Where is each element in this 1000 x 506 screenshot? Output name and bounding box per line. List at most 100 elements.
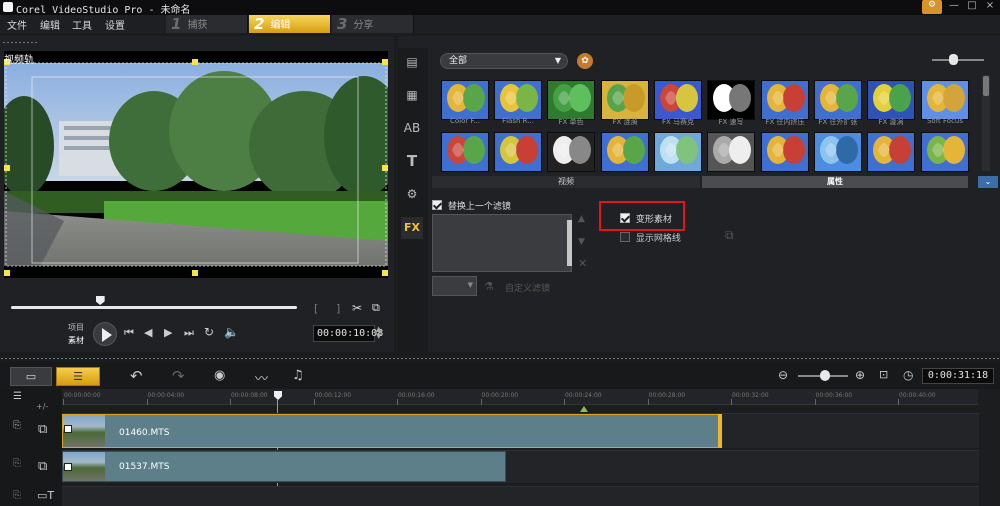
add-track-icon[interactable]: +/- — [36, 402, 48, 411]
split-icon[interactable]: ✂ — [352, 301, 362, 315]
tab-properties[interactable]: 属性 — [702, 176, 968, 188]
browse-icon[interactable]: ✿ — [577, 53, 593, 69]
media-library-icon[interactable]: ▤ — [401, 51, 423, 73]
zoom-in-icon[interactable]: ⊕ — [855, 368, 865, 382]
project-duration-icon[interactable]: ◷ — [903, 368, 913, 382]
graphics-library-icon[interactable]: ⚙ — [401, 183, 423, 205]
track-visibility-icon[interactable]: ⎘ — [13, 458, 21, 469]
close-icon[interactable]: × — [982, 0, 998, 11]
next-frame-icon[interactable]: ▶ — [164, 326, 172, 339]
move-up-icon[interactable]: ▲ — [578, 214, 585, 224]
filter-thumbnail[interactable] — [441, 132, 489, 172]
filter-thumbnail[interactable] — [547, 80, 595, 120]
volume-icon[interactable]: 🔈 — [224, 325, 239, 339]
storyboard-view-button[interactable]: ▭ — [10, 367, 52, 386]
title-track[interactable] — [62, 486, 979, 506]
filter-thumbnail[interactable] — [494, 80, 542, 120]
record-capture-icon[interactable]: ◉ — [214, 368, 225, 383]
thumb-size-slider[interactable] — [932, 59, 984, 61]
distort-clip-option[interactable]: 变形素材 — [620, 212, 672, 225]
timeline-view-button[interactable]: ☰ — [56, 367, 100, 386]
filter-thumbnail[interactable] — [921, 80, 969, 120]
chevron-down-icon: ▼ — [554, 56, 561, 65]
preset-dropdown[interactable]: ▼ — [432, 276, 477, 296]
step-tab-capture[interactable]: 1 捕获 — [166, 15, 248, 33]
replace-filter-option[interactable]: 替换上一个滤镜 — [432, 199, 511, 212]
category-dropdown[interactable]: 全部 ▼ — [440, 53, 568, 69]
show-grid-option[interactable]: 显示网格线 — [620, 231, 681, 244]
filter-thumbnail[interactable] — [761, 80, 809, 120]
mark-out-icon[interactable]: ] — [336, 302, 340, 315]
step-tab-edit[interactable]: 2 编辑 — [249, 15, 331, 33]
transition-library-icon[interactable]: ▦ — [401, 84, 423, 106]
help-icon[interactable]: ⚙ — [922, 0, 942, 14]
library-scroll-thumb[interactable] — [983, 76, 989, 96]
filter-thumbnail[interactable] — [601, 80, 649, 120]
applied-filter-list[interactable] — [432, 214, 572, 272]
track-visibility-icon[interactable]: ⎘ — [13, 490, 21, 501]
scrub-bar[interactable] — [11, 306, 297, 309]
cue-marker[interactable] — [580, 406, 588, 412]
step-tab-share[interactable]: 3 分享 — [332, 15, 414, 33]
filter-thumbnail[interactable] — [601, 132, 649, 172]
redo-icon[interactable]: ↷ — [172, 367, 185, 385]
filter-thumbnail[interactable] — [654, 80, 702, 120]
filter-thumbnail[interactable] — [761, 132, 809, 172]
remove-filter-icon[interactable]: ✕ — [578, 257, 587, 270]
zoom-out-icon[interactable]: ⊖ — [778, 368, 788, 382]
clip-01460[interactable]: 01460.MTS — [62, 414, 722, 448]
filter-thumbnail[interactable] — [494, 132, 542, 172]
track-manager-icon[interactable]: ☰ — [13, 391, 22, 402]
enlarge-icon[interactable]: ⧉ — [372, 301, 380, 315]
go-start-icon[interactable]: ⏮ — [124, 326, 134, 340]
title-library-icon[interactable]: AB — [401, 117, 423, 139]
menu-tools[interactable]: 工具 — [72, 17, 92, 32]
tab-video[interactable]: 视频 — [432, 176, 700, 188]
menu-file[interactable]: 文件 — [7, 17, 27, 32]
clip-01537[interactable]: 01537.MTS — [62, 451, 506, 482]
repeat-icon[interactable]: ↻ — [204, 325, 214, 339]
timecode-stepper[interactable]: ▲ ▼ — [376, 326, 381, 340]
custom-filter-icon[interactable]: ⚗ — [484, 280, 494, 293]
prev-frame-icon[interactable]: ◀ — [144, 326, 152, 339]
mark-in-icon[interactable]: [ — [314, 302, 318, 315]
go-end-icon[interactable]: ⏭ — [184, 326, 194, 340]
replace-filter-checkbox[interactable] — [432, 200, 442, 210]
maximize-icon[interactable]: □ — [964, 0, 980, 11]
sound-mixer-icon[interactable]: 〰 — [255, 368, 268, 387]
clip-trim-handle[interactable] — [718, 414, 722, 448]
filter-thumbnail[interactable] — [547, 132, 595, 172]
mode-clip-label[interactable]: 素材 — [68, 335, 84, 346]
distort-clip-checkbox[interactable] — [620, 213, 630, 223]
filter-thumbnail[interactable] — [707, 80, 755, 120]
filter-thumbnail[interactable] — [814, 80, 862, 120]
play-button[interactable] — [93, 322, 117, 346]
track-visibility-icon[interactable]: ⎘ — [13, 420, 21, 431]
undo-icon[interactable]: ↶ — [130, 367, 143, 385]
zoom-handle[interactable] — [820, 370, 830, 381]
minimize-icon[interactable]: — — [946, 0, 962, 11]
menu-settings[interactable]: 设置 — [105, 17, 125, 32]
grid-options-icon[interactable]: ⧉ — [725, 228, 734, 243]
filter-thumbnail[interactable] — [867, 80, 915, 120]
menu-edit[interactable]: 编辑 — [40, 17, 60, 32]
filter-thumbnail[interactable] — [867, 132, 915, 172]
collapse-options-icon[interactable]: ⌄ — [978, 176, 998, 188]
fit-project-icon[interactable]: ⊡ — [879, 368, 888, 381]
filter-thumbnail[interactable] — [441, 80, 489, 120]
filter-thumbnail[interactable] — [921, 132, 969, 172]
filter-thumbnail[interactable] — [654, 132, 702, 172]
move-down-icon[interactable]: ▼ — [578, 237, 585, 247]
filter-list-scrollbar[interactable] — [567, 220, 572, 266]
auto-music-icon[interactable]: ♫ — [292, 368, 304, 383]
filter-thumbnail[interactable] — [707, 132, 755, 172]
show-grid-checkbox[interactable] — [620, 232, 630, 242]
filter-library-icon[interactable]: FX — [401, 217, 423, 239]
text-library-icon[interactable]: T — [401, 150, 423, 172]
filter-thumbnail[interactable] — [814, 132, 862, 172]
timecode-display[interactable]: 00:00:10:08 — [313, 325, 383, 342]
mode-project-label[interactable]: 项目 — [68, 322, 84, 333]
preview-screen[interactable]: 视频轨 — [0, 51, 404, 278]
custom-filter-label[interactable]: 自定义滤镜 — [505, 281, 550, 294]
thumb-size-handle[interactable] — [949, 54, 958, 65]
